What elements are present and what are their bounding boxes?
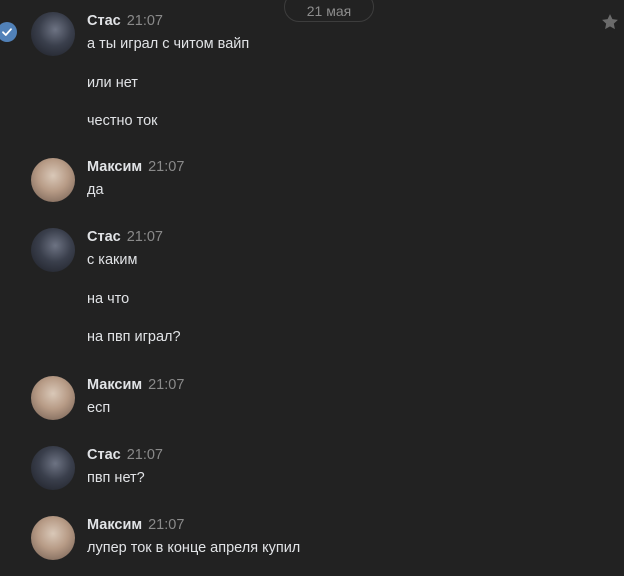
star-icon[interactable] — [600, 12, 620, 32]
message-header: Стас 21:07 — [87, 12, 163, 30]
avatar[interactable] — [31, 376, 75, 420]
message-time: 21:07 — [126, 229, 163, 245]
message-header: Стас 21:07 — [87, 446, 163, 464]
message-text: а ты играл с читом вайп — [87, 36, 250, 52]
message-time: 21:07 — [148, 159, 185, 175]
message-text: есп — [87, 400, 111, 416]
message-time: 21:07 — [148, 377, 185, 393]
message-text: на что — [87, 291, 130, 307]
message-header: Максим 21:07 — [87, 158, 184, 176]
message-text: с каким — [87, 252, 138, 268]
author-name[interactable]: Максим — [87, 377, 142, 393]
message-text: пвп нет? — [87, 470, 145, 486]
message-header: Максим 21:07 — [87, 516, 184, 534]
avatar[interactable] — [31, 158, 75, 202]
avatar[interactable] — [31, 228, 75, 272]
check-icon[interactable] — [0, 22, 17, 42]
avatar[interactable] — [31, 12, 75, 56]
message-time: 21:07 — [126, 447, 163, 463]
author-name[interactable]: Стас — [87, 447, 121, 463]
message-text: на пвп играл? — [87, 329, 181, 345]
message-time: 21:07 — [148, 517, 185, 533]
author-name[interactable]: Максим — [87, 159, 142, 175]
author-name[interactable]: Стас — [87, 229, 121, 245]
message-header: Стас 21:07 — [87, 228, 163, 246]
message-time: 21:07 — [126, 13, 163, 29]
message-text: честно ток — [87, 113, 158, 129]
message-text: лупер ток в конце апреля купил — [87, 540, 301, 556]
message-header: Максим 21:07 — [87, 376, 184, 394]
message-text: или нет — [87, 75, 138, 91]
author-name[interactable]: Максим — [87, 517, 142, 533]
message-text: да — [87, 182, 104, 198]
author-name[interactable]: Стас — [87, 13, 121, 29]
date-divider: 21 мая — [284, 0, 374, 22]
avatar[interactable] — [31, 446, 75, 490]
avatar[interactable] — [31, 516, 75, 560]
